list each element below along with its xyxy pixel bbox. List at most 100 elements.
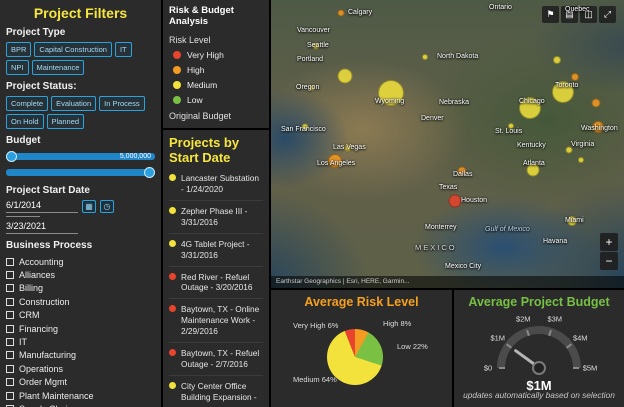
project-list-item[interactable]: Baytown, TX - Online Maintenance Work - … (169, 304, 263, 344)
project-status-option[interactable]: On Hold (6, 114, 44, 129)
date-from-row: 6/1/2014 ▦ ◷ (6, 200, 155, 213)
project-list-item[interactable]: Zepher Phase III - 3/31/2016 (169, 206, 263, 234)
business-process-item[interactable]: Accounting (6, 255, 155, 268)
business-process-item[interactable]: Order Mgmt (6, 376, 155, 389)
map-marker[interactable] (578, 157, 584, 163)
map-label: St. Louis (495, 128, 523, 135)
project-type-option[interactable]: BPR (6, 42, 32, 57)
business-process-item[interactable]: Construction (6, 295, 155, 308)
project-status-options: Complete Evaluation In Process On Hold Plann… (6, 96, 155, 129)
date-from-input[interactable]: 6/1/2014 (6, 200, 78, 213)
map-label: Monterrey (425, 224, 457, 231)
business-process-item[interactable]: Alliances (6, 268, 155, 281)
checkbox[interactable] (6, 338, 14, 347)
pie-slice-label: High 8% (383, 319, 412, 328)
project-text: Lancaster Substation - 1/24/2020 (181, 172, 259, 194)
map-marker[interactable] (553, 56, 561, 64)
checkbox[interactable] (6, 284, 14, 293)
calendar-icon[interactable]: ▦ (82, 200, 96, 213)
project-type-option[interactable]: IT (114, 42, 132, 57)
business-process-item[interactable]: Billing (6, 282, 155, 295)
budget-slider-max-track[interactable] (6, 169, 155, 176)
business-process-item[interactable]: IT (6, 335, 155, 348)
date-range-separator (6, 216, 40, 217)
map-label: Miami (565, 217, 584, 224)
project-status-label: Project Status: (6, 81, 77, 92)
gauge-note: updates automatically based on selection (463, 390, 615, 400)
project-type-option[interactable]: Maintenance (31, 60, 85, 75)
project-text: City Center Office Building Expansion - (181, 381, 257, 402)
map-label: Dallas (453, 171, 473, 178)
budget-gauge: $1M $0 $1M $2M $3M $4M $5M (464, 314, 614, 398)
business-process-item[interactable]: CRM (6, 309, 155, 322)
budget-slider-min-handle[interactable] (6, 151, 17, 162)
map-marker[interactable] (571, 73, 579, 81)
project-status-option[interactable]: Planned (46, 114, 85, 129)
expand-icon[interactable]: ⤢ (599, 6, 616, 23)
business-process-item[interactable]: Manufacturing (6, 349, 155, 362)
map-label: San Francisco (281, 126, 326, 133)
business-process-item[interactable]: Financing (6, 322, 155, 335)
checkbox[interactable] (6, 257, 14, 266)
map-marker[interactable] (422, 54, 428, 60)
business-process-item[interactable]: Plant Maintenance (6, 389, 155, 402)
map-label: Denver (421, 115, 444, 122)
checkbox[interactable] (6, 351, 14, 360)
legend-label: Low (187, 94, 203, 105)
map-marker[interactable] (337, 9, 345, 17)
map-marker[interactable] (591, 98, 601, 108)
map-label: Chicago (519, 98, 545, 105)
zoom-in-button[interactable]: + (600, 233, 618, 251)
project-type-option[interactable]: Capital Construction (34, 42, 112, 57)
pie-title: Average Risk Level (304, 295, 419, 309)
business-process-item[interactable]: Supply Chain (6, 402, 155, 407)
projects-title: Projects by Start Date (169, 135, 240, 165)
project-list-item[interactable]: 4G Tablet Project - 3/31/2016 (169, 239, 263, 267)
map-label: Houston (461, 197, 488, 204)
checkbox[interactable] (6, 271, 14, 280)
checkbox-label: Financing (19, 323, 59, 334)
legend-dot (173, 65, 181, 74)
map-label: Texas (439, 184, 458, 191)
zoom-out-button[interactable]: − (600, 252, 618, 270)
project-list-item[interactable]: Baytown, TX - Refuel Outage - 2/7/2016 (169, 348, 263, 377)
project-list-item[interactable]: City Center Office Building Expansion - (169, 381, 263, 407)
map-label: Oregon (296, 84, 320, 91)
gauge-tick-label: $0 (483, 363, 493, 373)
checkbox-label: Accounting (19, 256, 64, 267)
checkbox[interactable] (6, 324, 14, 333)
original-budget-label: Original Budget (169, 110, 232, 121)
checkbox[interactable] (6, 378, 14, 387)
project-status-option[interactable]: In Process (99, 96, 145, 111)
project-status-option[interactable]: Complete (6, 96, 49, 111)
map-marker[interactable] (337, 68, 353, 84)
risk-legend-item: Very High (173, 50, 263, 60)
checkbox[interactable] (6, 391, 14, 400)
risk-legend-item: Medium (173, 80, 263, 90)
project-list-item[interactable]: Lancaster Substation - 1/24/2020 (169, 173, 263, 201)
checkbox-label: Plant Maintenance (19, 390, 94, 401)
bookmark-icon[interactable]: ⚑ (542, 6, 559, 23)
map-label: Virginia (571, 141, 595, 148)
pie-slice-label: Medium 64% (293, 375, 337, 384)
map[interactable]: ⚑ ▤ ◫ ⤢ + − Earthstar Geographics | Esri, H… (271, 0, 624, 288)
budget-slider-max-handle[interactable] (144, 167, 155, 178)
project-list-item[interactable]: Red River - Refuel Outage - 3/20/2016 (169, 272, 263, 300)
clock-icon[interactable]: ◷ (100, 200, 114, 213)
map-marker[interactable] (448, 194, 462, 208)
business-process-item[interactable]: Operations (6, 362, 155, 375)
date-to-input[interactable]: 3/23/2021 (6, 221, 78, 234)
gauge-tick-label: $2M (515, 314, 531, 324)
risk-panel-title: Risk & Budget Analysis (169, 5, 234, 28)
checkbox-label: IT (19, 337, 27, 348)
project-type-option[interactable]: NPI (6, 60, 29, 75)
project-status-option[interactable]: Evaluation (51, 96, 97, 111)
map-label: Calgary (348, 9, 373, 16)
checkbox[interactable] (6, 364, 14, 373)
legend-label: High (187, 64, 205, 75)
risk-level-label: Risk Level (169, 34, 211, 45)
project-dot (169, 349, 176, 357)
risk-budget-analysis-panel: Risk & Budget Analysis Risk Level Very H… (163, 0, 269, 128)
checkbox[interactable] (6, 297, 14, 306)
checkbox[interactable] (6, 311, 14, 320)
